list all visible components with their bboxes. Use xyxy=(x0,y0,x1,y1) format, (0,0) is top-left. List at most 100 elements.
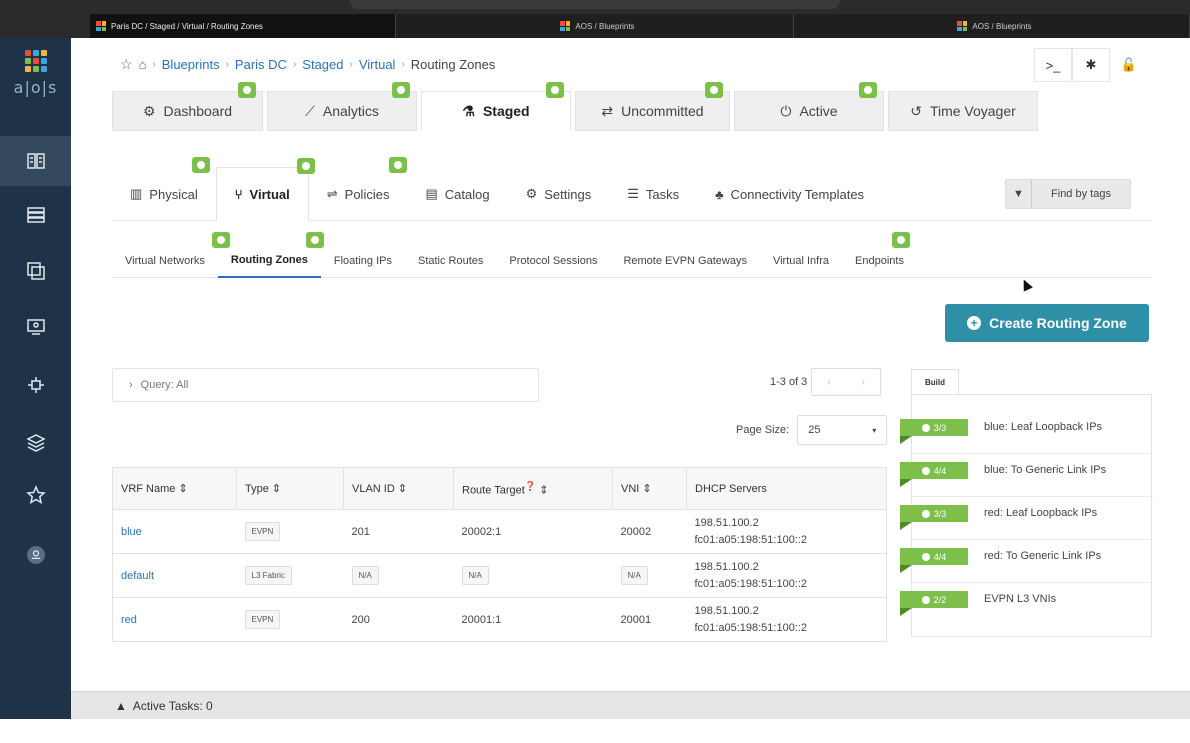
address-bar[interactable] xyxy=(350,0,840,9)
expand-icon[interactable]: ⤢ xyxy=(24,728,34,743)
tab-virtual[interactable]: ⑂ Virtual xyxy=(215,158,315,222)
dhcp-ipv6: fc01:a05:198:51:100::2 xyxy=(694,533,808,546)
logo-text: a|o|s xyxy=(13,78,58,97)
vni-cell: 20001 xyxy=(612,597,687,642)
vrf-name-link[interactable]: default xyxy=(112,553,237,598)
build-item[interactable]: 2/2 EVPN L3 VNIs xyxy=(900,583,1153,626)
tab-uncommitted[interactable]: ⇄ Uncommitted xyxy=(575,82,730,131)
tab-staged[interactable]: ⚗ Staged xyxy=(421,82,571,131)
col-vni[interactable]: VNI ⇕ xyxy=(612,467,687,510)
build-item[interactable]: 4/4 red: To Generic Link IPs xyxy=(900,540,1153,583)
find-by-tags-button[interactable]: ▼ Find by tags xyxy=(1005,179,1131,209)
next-page-icon[interactable]: › xyxy=(862,377,865,388)
col-vlan-id[interactable]: VLAN ID ⇕ xyxy=(343,467,454,510)
create-routing-zone-label: Create Routing Zone xyxy=(989,315,1127,331)
filter-icon: ▼ xyxy=(1006,180,1032,208)
tab-physical[interactable]: ▥ Physical xyxy=(112,157,216,221)
sidebar-favorites[interactable] xyxy=(0,470,71,520)
tab-build[interactable]: Build xyxy=(911,369,959,395)
sidebar-external-systems[interactable] xyxy=(0,360,71,410)
tab-floating-ips[interactable]: Floating IPs xyxy=(321,244,405,278)
na-pill: N/A xyxy=(351,566,379,585)
create-routing-zone-button[interactable]: + Create Routing Zone xyxy=(945,304,1149,342)
build-item[interactable]: 4/4 blue: To Generic Link IPs xyxy=(900,454,1153,497)
build-count: 4/4 xyxy=(933,551,947,562)
type-pill: EVPN xyxy=(244,522,281,541)
sidebar-design[interactable] xyxy=(0,246,71,296)
breadcrumb-virtual[interactable]: Virtual xyxy=(359,57,396,72)
sidebar-blueprints[interactable] xyxy=(0,136,71,186)
na-pill: N/A xyxy=(620,566,648,585)
sidebar-user[interactable] xyxy=(0,530,71,580)
vrf-name-link[interactable]: blue xyxy=(112,509,237,554)
favorite-star-icon[interactable]: ☆ xyxy=(120,56,133,73)
breadcrumb-current: Routing Zones xyxy=(410,57,496,72)
col-label: VNI xyxy=(621,483,640,495)
tab-protocol-sessions[interactable]: Protocol Sessions xyxy=(496,244,610,278)
unlock-icon[interactable]: 🔓 xyxy=(1110,48,1148,82)
aos-logo[interactable]: a|o|s xyxy=(0,50,71,97)
tab-remote-evpn-gateways-label: Remote EVPN Gateways xyxy=(623,255,747,267)
check-badge-icon xyxy=(238,82,256,98)
tab-virtual-infra-label: Virtual Infra xyxy=(772,255,830,267)
help-icon[interactable]: ❓ xyxy=(525,481,536,491)
check-icon xyxy=(921,466,930,475)
tab-routing-zones[interactable]: Routing Zones xyxy=(217,232,324,278)
col-route-target[interactable]: Route Target❓ ⇕ xyxy=(453,467,613,510)
type-pill: EVPN xyxy=(244,610,281,629)
tab-remote-evpn-gateways[interactable]: Remote EVPN Gateways xyxy=(610,244,760,278)
sidebar-resources[interactable] xyxy=(0,302,71,352)
breadcrumb-staged[interactable]: Staged xyxy=(302,57,343,72)
tab-policies[interactable]: ⇌ Policies xyxy=(309,157,408,221)
check-badge-icon xyxy=(546,82,564,98)
page-size-value: 25 xyxy=(808,424,821,436)
tab-virtual-networks[interactable]: Virtual Networks xyxy=(112,232,230,278)
vrf-name-link[interactable]: red xyxy=(112,597,237,642)
col-label: Type xyxy=(245,483,269,495)
tab-connectivity-templates[interactable]: ♣ Connectivity Templates xyxy=(697,167,882,221)
breadcrumb-blueprints[interactable]: Blueprints xyxy=(162,57,220,72)
check-badge-icon xyxy=(859,82,877,98)
bug-icon[interactable]: ✱ xyxy=(1072,48,1110,82)
active-tasks-bar[interactable]: ▲ Active Tasks: 0 xyxy=(71,691,1190,719)
col-label: VLAN ID xyxy=(352,483,395,495)
breadcrumb-paris-dc[interactable]: Paris DC xyxy=(235,57,287,72)
col-vrf-name[interactable]: VRF Name ⇕ xyxy=(112,467,237,510)
build-item[interactable]: 3/3 red: Leaf Loopback IPs xyxy=(900,497,1153,540)
browser-tab-blueprints-1[interactable]: AOS / Blueprints xyxy=(396,14,794,38)
check-icon xyxy=(921,423,930,432)
active-tasks: ▲ Active Tasks: 0 xyxy=(115,699,213,713)
tab-endpoints[interactable]: Endpoints xyxy=(842,232,917,278)
tab-tasks[interactable]: ☰ Tasks xyxy=(609,167,697,221)
tab-time-voyager[interactable]: ↺ Time Voyager xyxy=(888,91,1038,131)
sidebar-devices[interactable] xyxy=(0,190,71,240)
tab-settings[interactable]: ⚙ Settings xyxy=(508,167,610,221)
col-type[interactable]: Type ⇕ xyxy=(236,467,344,510)
gear-icon: ⚙ xyxy=(525,186,538,201)
page-size-select[interactable]: 25 ▾ xyxy=(797,415,888,445)
tab-analytics[interactable]: ⟋ Analytics xyxy=(267,82,417,131)
browser-tab-blueprints-2[interactable]: AOS / Blueprints xyxy=(794,14,1190,38)
prev-page-icon[interactable]: ‹ xyxy=(828,377,831,388)
tab-virtual-infra[interactable]: Virtual Infra xyxy=(760,244,842,278)
browser-tab-title: AOS / Blueprints xyxy=(972,21,1032,31)
build-item[interactable]: 3/3 blue: Leaf Loopback IPs xyxy=(900,411,1153,454)
tab-static-routes[interactable]: Static Routes xyxy=(405,244,496,278)
tab-catalog[interactable]: ▤ Catalog xyxy=(407,167,507,221)
sidebar-platform[interactable] xyxy=(0,418,71,468)
home-icon[interactable]: ⌂ xyxy=(139,57,147,72)
query-filter[interactable]: › Query: All xyxy=(112,368,539,402)
tab-active[interactable]: ⏻ Active xyxy=(734,82,884,131)
type-cell: EVPN xyxy=(236,597,344,642)
tab-routing-zones-label: Routing Zones xyxy=(230,254,308,266)
browser-tab-routing-zones[interactable]: Paris DC / Staged / Virtual / Routing Zo… xyxy=(90,14,396,38)
browser-tab-strip: Paris DC / Staged / Virtual / Routing Zo… xyxy=(0,0,1190,38)
type-cell: EVPN xyxy=(236,509,344,554)
tab-static-routes-label: Static Routes xyxy=(417,255,484,267)
star-icon xyxy=(25,485,46,505)
toolbar: >_ ✱ 🔓 xyxy=(1034,48,1150,82)
cli-icon[interactable]: >_ xyxy=(1034,48,1072,82)
breadcrumb-separator-icon: › xyxy=(349,59,353,70)
tab-dashboard[interactable]: ⚙ Dashboard xyxy=(112,82,263,131)
sort-icon: ⇕ xyxy=(642,483,652,495)
